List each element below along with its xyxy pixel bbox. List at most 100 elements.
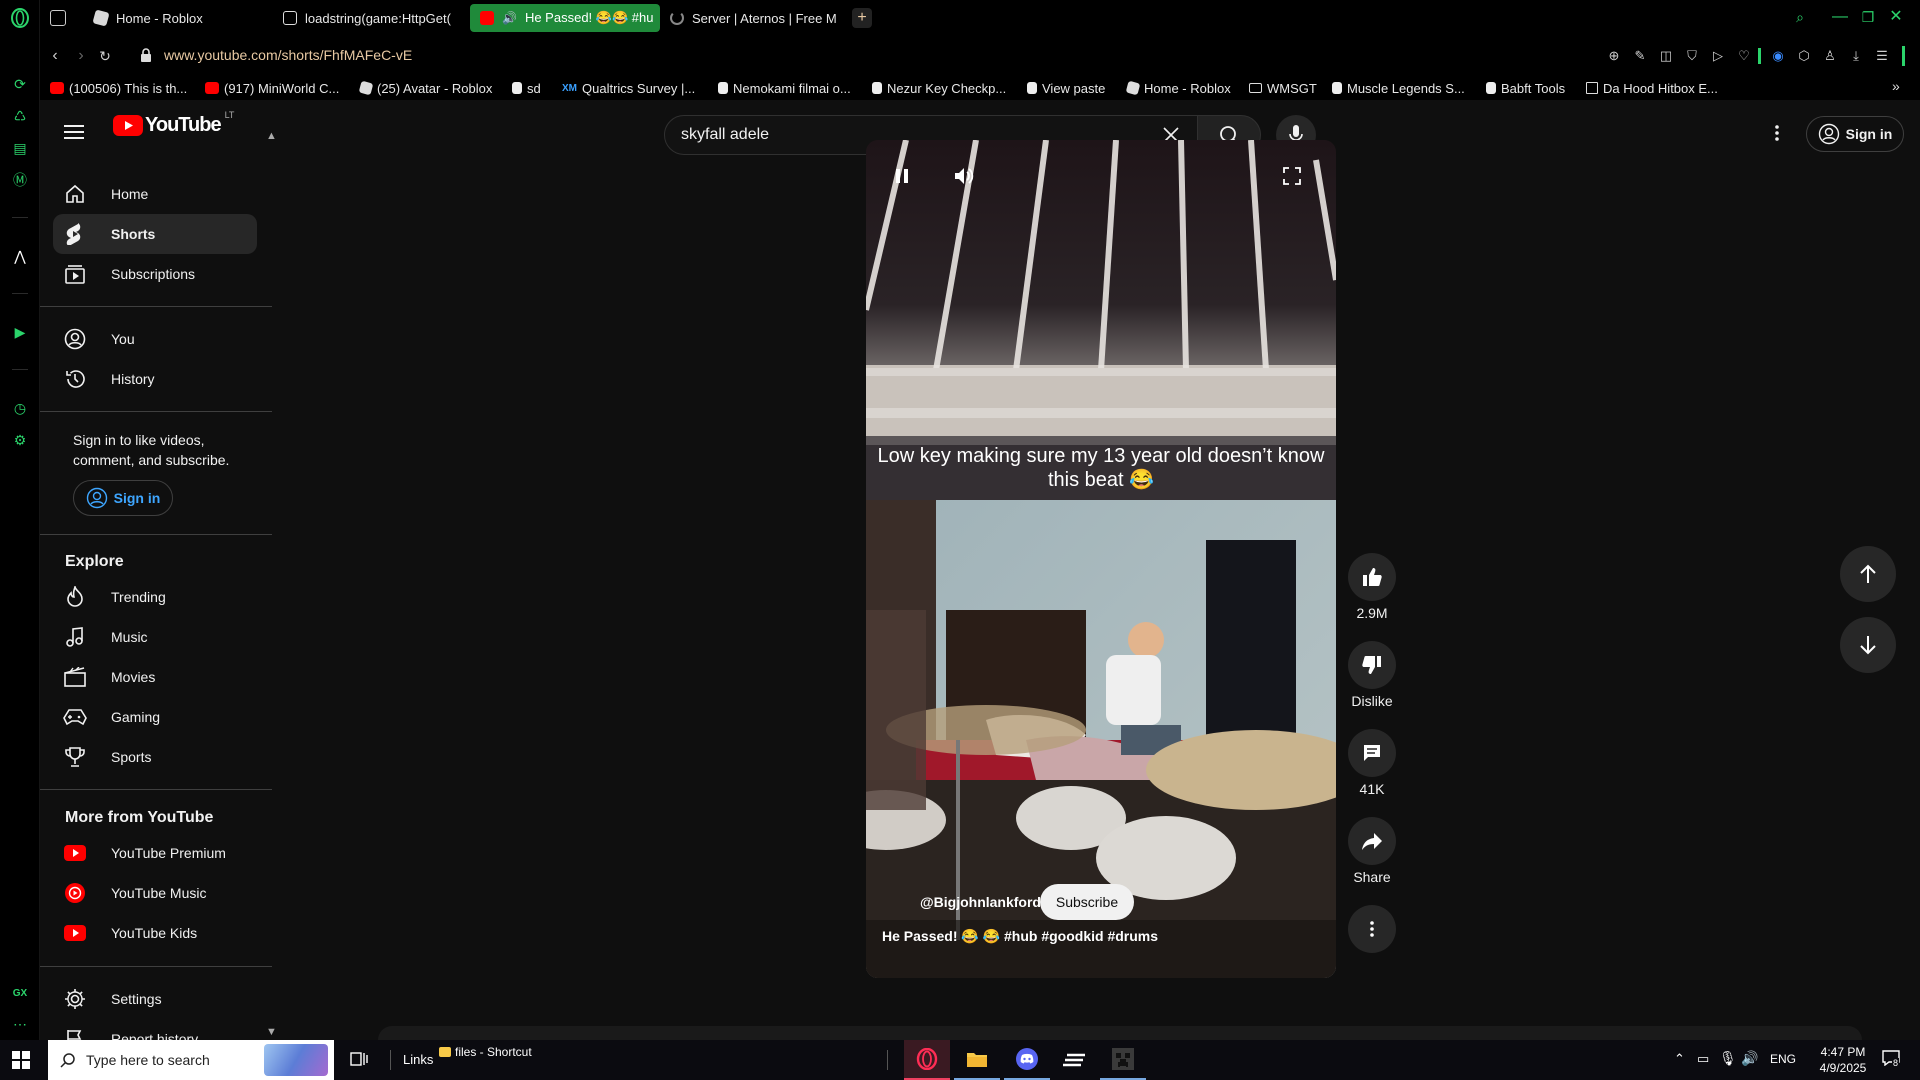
url-field[interactable]: www.youtube.com/shorts/FhfMAFeC-vE — [164, 47, 412, 63]
guide-item-home[interactable]: Home — [53, 174, 257, 214]
heart-icon[interactable]: ♡ — [1734, 46, 1754, 66]
bookmark-item[interactable]: Nezur Key Checkp... — [872, 79, 1006, 97]
tab-home-roblox[interactable]: Home - Roblox — [84, 4, 274, 32]
player-icon[interactable]: ▶ — [10, 322, 30, 342]
extension-icon[interactable]: ◉ — [1768, 46, 1788, 66]
taskbar-discord[interactable] — [1004, 1040, 1050, 1080]
taskbar-app[interactable] — [1052, 1040, 1098, 1080]
like-button[interactable] — [1348, 553, 1396, 601]
bookmark-item[interactable]: (25) Avatar - Roblox — [358, 79, 492, 97]
profile-icon[interactable]: ♙ — [1820, 46, 1840, 66]
guide-sign-in-button[interactable]: Sign in — [73, 480, 173, 516]
scroll-up-icon[interactable]: ▲ — [266, 130, 277, 142]
back-button[interactable]: ‹ — [44, 45, 66, 67]
cube-icon[interactable]: ⬡ — [1794, 46, 1814, 66]
guide-item-report-history[interactable]: Report history — [53, 1019, 257, 1040]
guide-item-shorts[interactable]: Shorts — [53, 214, 257, 254]
show-hidden-icons[interactable]: ⌃ — [1674, 1051, 1685, 1067]
taskbar-search[interactable]: Type here to search — [48, 1040, 334, 1080]
more-dots-icon[interactable]: ⋯ — [10, 1014, 30, 1034]
search-input[interactable]: skyfall adele — [681, 126, 769, 144]
taskbar-opera-gx[interactable] — [904, 1040, 950, 1080]
channel-handle[interactable]: @Bigjohnlankford — [920, 894, 1041, 910]
dislike-button[interactable] — [1348, 641, 1396, 689]
guide-item-settings[interactable]: Settings — [53, 979, 257, 1019]
download-icon[interactable]: ⤓ — [1846, 46, 1866, 66]
twitch-icon[interactable]: ▤ — [10, 138, 30, 158]
taskbar-file-explorer[interactable] — [954, 1040, 1000, 1080]
language-indicator[interactable]: ENG — [1770, 1052, 1796, 1066]
clock[interactable]: 4:47 PM 4/9/2025 — [1808, 1044, 1878, 1076]
tab-islands-icon[interactable] — [50, 10, 66, 26]
forward-button[interactable]: › — [70, 45, 92, 67]
guide-item-youtube-music[interactable]: YouTube Music — [53, 873, 257, 913]
guide-item-subscriptions[interactable]: Subscriptions — [53, 254, 257, 294]
next-short-button[interactable] — [1840, 617, 1896, 673]
scroll-down-icon[interactable]: ▼ — [266, 1026, 277, 1038]
close-window-button[interactable]: ✕ — [1884, 6, 1908, 28]
guide-item-gaming[interactable]: Gaming — [53, 697, 257, 737]
tab-loadstring[interactable]: loadstring(game:HttpGet( — [273, 4, 463, 32]
adblock-icon[interactable]: ⛉ — [1682, 46, 1702, 66]
new-tab-button[interactable]: + — [852, 8, 872, 28]
gx-control-icon[interactable]: ⟳ — [10, 74, 30, 94]
gx-corner-icon[interactable]: GX — [10, 984, 30, 1004]
bookmark-item[interactable]: sd — [512, 79, 541, 97]
tab-aternos[interactable]: Server | Aternos | Free M — [660, 4, 860, 32]
settings-more-icon[interactable] — [1774, 124, 1782, 144]
guide-item-youtube-kids[interactable]: YouTube Kids — [53, 913, 257, 953]
windows-start-button[interactable] — [12, 1051, 32, 1069]
bookmark-item[interactable]: Babft Tools — [1486, 79, 1565, 97]
bookmark-item[interactable]: (100506) This is th... — [50, 79, 187, 97]
volume-tray-icon[interactable]: 🔊 — [1741, 1050, 1758, 1067]
opera-logo-icon[interactable] — [10, 8, 30, 28]
bookmark-item[interactable]: Da Hood Hitbox E... — [1586, 79, 1718, 97]
guide-item-movies[interactable]: Movies — [53, 657, 257, 697]
bookmark-folder[interactable]: WMSGT — [1249, 79, 1317, 97]
fullscreen-button[interactable] — [1282, 166, 1304, 188]
links-toolbar[interactable]: Links — [403, 1052, 433, 1067]
tab-youtube-short[interactable]: 🔊 He Passed! 😂😂 #hu — [470, 4, 660, 32]
minimize-button[interactable]: — — [1828, 6, 1852, 28]
bookmark-item[interactable]: Nemokami filmai o... — [718, 79, 851, 97]
sign-in-button[interactable]: Sign in — [1806, 116, 1904, 152]
camera-icon[interactable]: ◫ — [1656, 46, 1676, 66]
bookmark-item[interactable]: View paste — [1027, 79, 1105, 97]
meet-now-icon[interactable]: ▭ — [1697, 1051, 1709, 1067]
volume-button[interactable] — [952, 164, 976, 188]
gx-mods-icon[interactable]: ⋀ — [10, 246, 30, 266]
share-button[interactable] — [1348, 817, 1396, 865]
short-title[interactable]: He Passed! 😂 😂 #hub #goodkid #drums — [882, 928, 1158, 945]
messenger-icon[interactable]: Ⓜ — [10, 170, 30, 190]
bookmark-item[interactable]: Home - Roblox — [1125, 79, 1231, 97]
guide-item-you[interactable]: You — [53, 319, 257, 359]
zoom-icon[interactable]: ⊕ — [1604, 46, 1624, 66]
guide-item-history[interactable]: History — [53, 359, 257, 399]
history-clock-icon[interactable]: ◷ — [10, 398, 30, 418]
pause-button[interactable] — [890, 164, 914, 188]
task-view-icon[interactable] — [350, 1050, 370, 1070]
guide-item-music[interactable]: Music — [53, 617, 257, 657]
notifications-button[interactable]: 8 — [1882, 1050, 1904, 1070]
guide-item-youtube-premium[interactable]: YouTube Premium — [53, 833, 257, 873]
files-shortcut[interactable]: files - Shortcut — [439, 1045, 532, 1059]
comments-button[interactable] — [1348, 729, 1396, 777]
previous-short-button[interactable] — [1840, 546, 1896, 602]
maximize-button[interactable]: ❐ — [1856, 6, 1880, 28]
more-bookmarks-icon[interactable]: » — [1892, 78, 1900, 94]
guide-item-sports[interactable]: Sports — [53, 737, 257, 777]
shorts-video-player[interactable]: Low key making sure my 13 year old doesn… — [866, 140, 1336, 978]
settings-gear-icon[interactable]: ⚙ — [10, 430, 30, 450]
reload-button[interactable]: ↻ — [94, 45, 116, 67]
bookmark-item[interactable]: Muscle Legends S... — [1332, 79, 1465, 97]
edit-icon[interactable]: ✎ — [1630, 46, 1650, 66]
gx-cleaner-icon[interactable]: ♺ — [10, 106, 30, 126]
taskbar-minecraft[interactable] — [1100, 1040, 1146, 1080]
send-icon[interactable]: ▷ — [1708, 46, 1728, 66]
guide-item-trending[interactable]: Trending — [53, 577, 257, 617]
easy-setup-icon[interactable]: ☰ — [1872, 46, 1892, 66]
microphone-tray-icon[interactable]: 🎙 — [1719, 1050, 1737, 1067]
more-actions-button[interactable] — [1348, 905, 1396, 953]
bookmark-item[interactable]: (917) MiniWorld C... — [205, 79, 339, 97]
bookmark-item[interactable]: XM Qualtrics Survey |... — [562, 79, 695, 97]
